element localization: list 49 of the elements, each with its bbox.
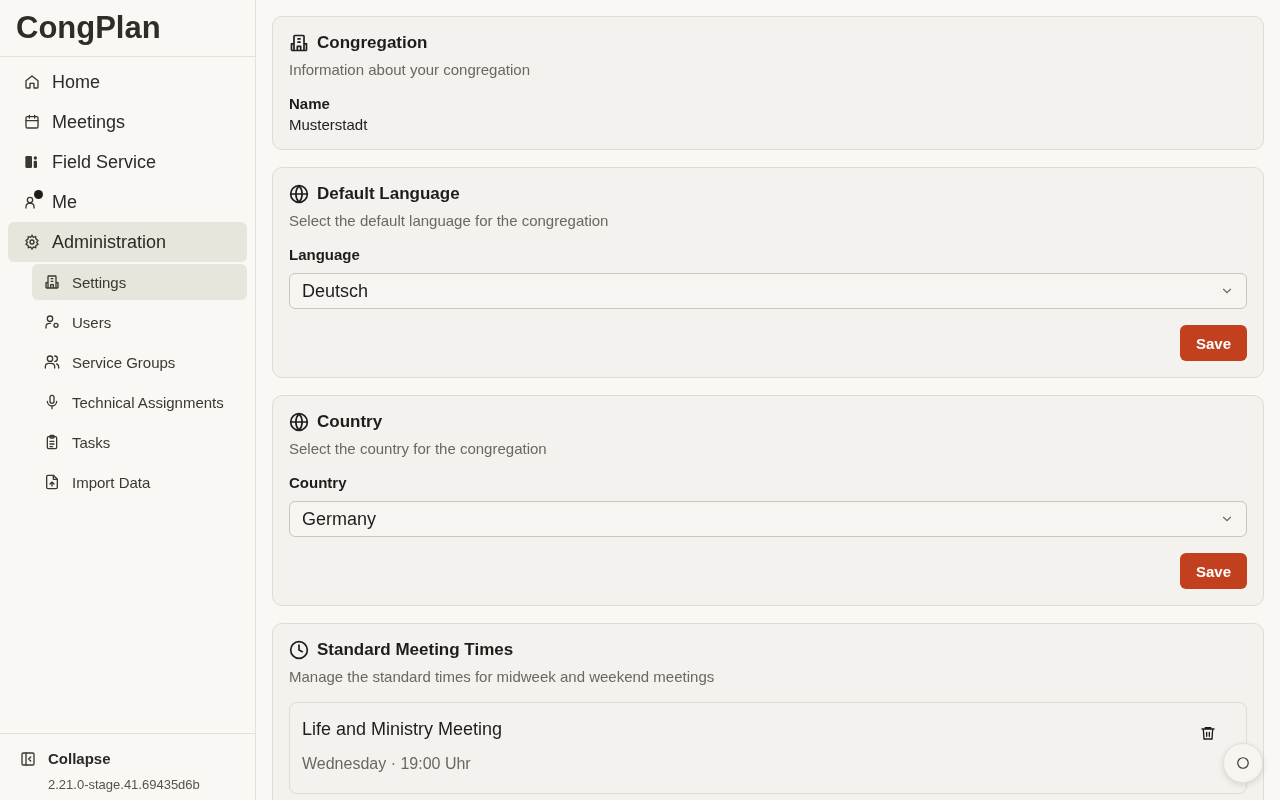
card-description: Information about your congregation — [289, 61, 531, 78]
nav-item[interactable]: Field Service — [8, 142, 247, 182]
microphone-icon — [44, 394, 60, 410]
file-import-icon — [44, 474, 60, 490]
field-label: Country — [289, 474, 348, 491]
nav-subitem[interactable]: Technical Assignments — [32, 384, 247, 420]
card-title: Congregation — [317, 33, 428, 53]
delete-icon[interactable] — [1200, 725, 1216, 741]
card-description: Select the country for the congregation — [289, 440, 548, 457]
circle-icon — [1234, 754, 1252, 772]
field-label: Language — [289, 246, 361, 263]
card-description: Select the default language for the congregation — [289, 212, 610, 229]
nav-subitem[interactable]: Users — [32, 304, 247, 340]
collapse-button[interactable]: Collapse — [20, 750, 235, 767]
meeting-time: Wednesday · 19:00 Uhr — [302, 755, 472, 773]
nav-subitem[interactable]: Tasks — [32, 424, 247, 460]
collapse-icon — [20, 750, 36, 767]
home-icon — [24, 74, 40, 90]
nav-item[interactable]: Meetings — [8, 102, 247, 142]
version-label: 2.21.0-stage.41.69435d6b — [47, 777, 201, 792]
save-button[interactable]: Save — [1179, 325, 1247, 361]
user-icon — [44, 314, 60, 330]
nav-item[interactable]: Administration — [8, 222, 247, 262]
field-service-icon — [24, 154, 40, 170]
select-field[interactable]: Deutsch — [289, 273, 1247, 309]
app-logo: CongPlan — [0, 0, 255, 57]
globe-icon — [289, 184, 309, 204]
nav-subitem[interactable]: Service Groups — [32, 344, 247, 380]
nav-subitem[interactable]: Import Data — [32, 464, 247, 500]
card-description: Manage the standard times for midweek and weekend meetings — [289, 668, 716, 685]
nav-item[interactable]: Home — [8, 62, 247, 102]
meeting-title: Life and Ministry Meeting — [302, 718, 503, 740]
nav-item[interactable]: Me — [8, 182, 247, 222]
group-icon — [44, 354, 60, 370]
card-title: Country — [317, 412, 383, 432]
card-title: Default Language — [317, 184, 460, 204]
globe-icon — [289, 412, 309, 432]
select-field[interactable]: Germany — [289, 501, 1247, 537]
calendar-icon — [24, 114, 40, 130]
save-button[interactable]: Save — [1179, 553, 1247, 589]
nav-subitem[interactable]: Settings — [32, 264, 247, 300]
clock-icon — [289, 640, 309, 660]
settings-icon — [24, 234, 40, 250]
building-icon — [44, 274, 60, 290]
field-label: Name — [289, 95, 331, 112]
card-title: Standard Meeting Times — [317, 640, 514, 660]
field-value: Musterstadt — [289, 116, 369, 133]
clipboard-icon — [44, 434, 60, 450]
building-icon — [289, 33, 309, 53]
